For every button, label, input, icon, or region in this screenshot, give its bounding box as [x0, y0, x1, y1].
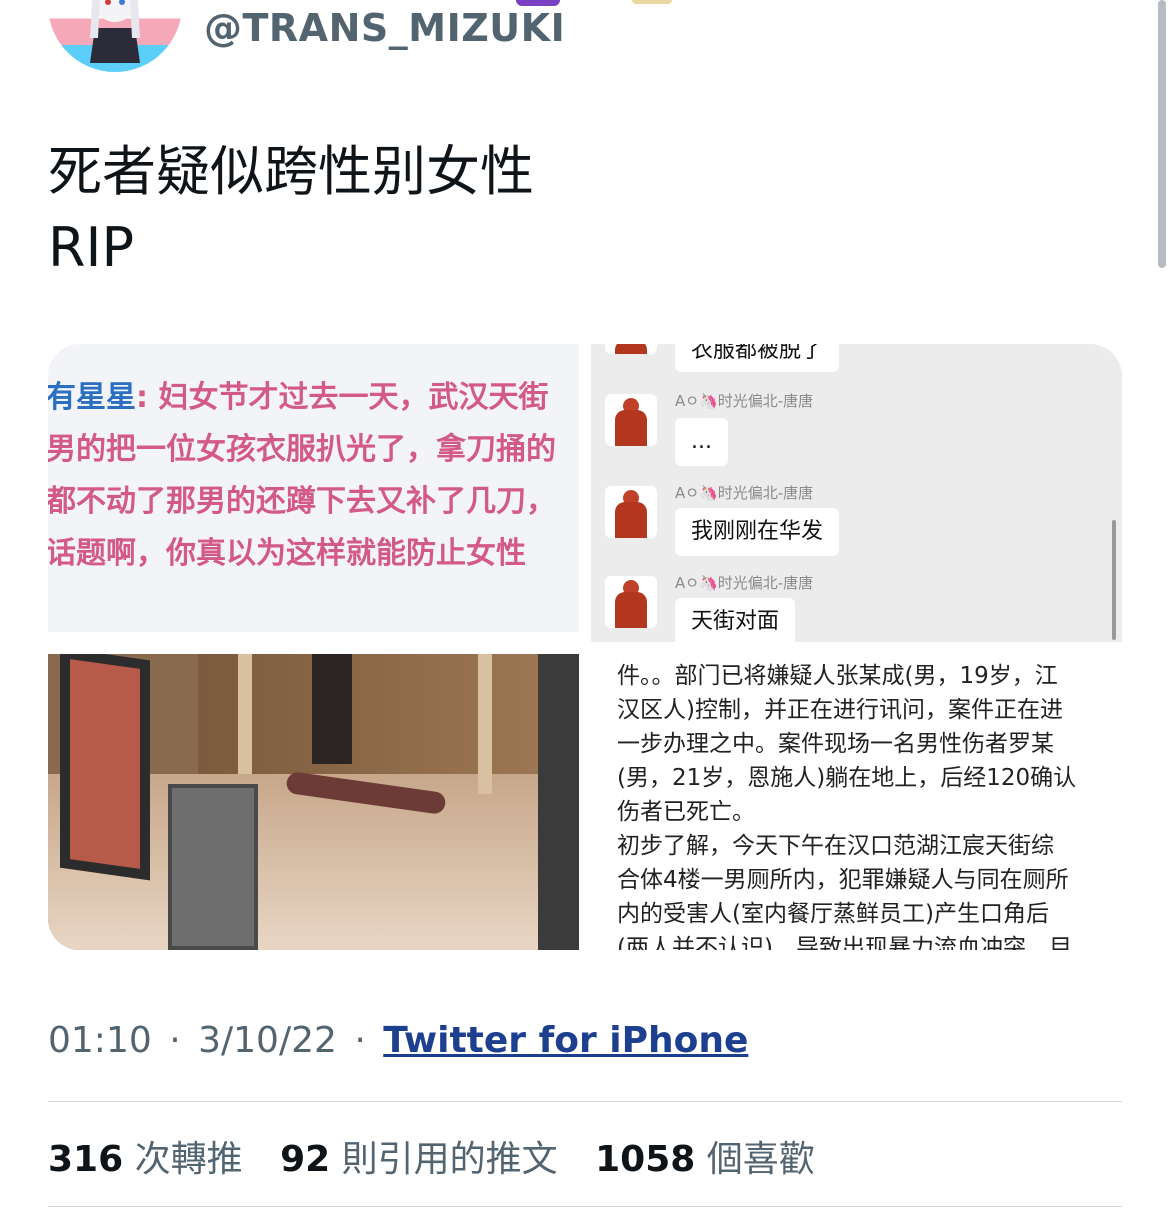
- chat-avatar: [605, 394, 657, 446]
- retweets-label: 次轉推: [134, 1139, 243, 1180]
- news-text-line: 合体4楼一男厕所内，犯罪嫌疑人与同在厕所: [617, 867, 1069, 893]
- tweet-date[interactable]: 3/10/22: [198, 1020, 337, 1061]
- news-text-line: 伤者已死亡。: [617, 799, 755, 825]
- media-image-chat-screenshot[interactable]: 衣服都被脱了 Aㅇ🦄时光偏北-唐唐 ... Aㅇ🦄时光偏北-唐唐 我刚刚在华发 …: [591, 344, 1122, 642]
- chat-bubble: 衣服都被脱了: [675, 344, 840, 372]
- chat-bubble: 我刚刚在华发: [675, 508, 840, 556]
- media-grid: 有星星: 妇女节才过去一天，武汉天街 男的把一位女孩衣服扒光了，拿刀捅的 都不动…: [48, 344, 1122, 950]
- chat-avatar: [605, 486, 657, 538]
- retweets-count: 316: [48, 1139, 124, 1180]
- separator: ·: [169, 1020, 181, 1061]
- tweet-metadata: 01:10 · 3/10/22 · Twitter for iPhone: [48, 1020, 748, 1061]
- quotes-stat[interactable]: 92 則引用的推文: [280, 1130, 558, 1182]
- chat-scrollbar: [1112, 520, 1116, 640]
- tweet-header: @TRANS_MIZUKI: [0, 0, 1170, 268]
- chat-sender-name: Aㅇ🦄时光偏北-唐唐: [675, 574, 814, 592]
- chat-avatar: [605, 344, 657, 354]
- news-text-line: (男，21岁，恩施人)躺在地上，后经120确认: [617, 765, 1077, 791]
- engagement-stats: 316 次轉推 92 則引用的推文 1058 個喜歡: [48, 1130, 841, 1182]
- tweet-source-link[interactable]: Twitter for iPhone: [383, 1020, 748, 1061]
- screenshot-text-line: 话题啊，你真以为这样就能防止女性: [48, 536, 526, 571]
- likes-count: 1058: [595, 1139, 696, 1180]
- chat-sender-name: Aㅇ🦄时光偏北-唐唐: [675, 392, 814, 410]
- chat-bubble: ...: [675, 418, 728, 466]
- media-image-text-screenshot[interactable]: 有星星: 妇女节才过去一天，武汉天街 男的把一位女孩衣服扒光了，拿刀捅的 都不动…: [48, 344, 579, 632]
- tweet-time: 01:10: [48, 1020, 152, 1061]
- avatar[interactable]: [48, 0, 182, 72]
- tweet-text-line: 死者疑似跨性别女性: [48, 140, 534, 203]
- separator: ·: [354, 1020, 366, 1061]
- news-text-line: (两人并不认识)，导致出现暴力流血冲突。目: [617, 935, 1072, 950]
- divider: [48, 1206, 1122, 1207]
- news-text-line: 内的受害人(室内餐厅蒸鲜员工)产生口角后: [617, 901, 1049, 927]
- flag-icon: [632, 0, 672, 4]
- chat-bubble: 天街对面: [675, 598, 796, 642]
- chat-avatar: [605, 576, 657, 628]
- news-text-line: 件。。部门已将嫌疑人张某成(男，19岁，江: [617, 663, 1058, 689]
- quotes-count: 92: [280, 1139, 331, 1180]
- retweets-stat[interactable]: 316 次轉推: [48, 1130, 243, 1182]
- news-text-line: 汉区人)控制，并正在进行讯问，案件正在进: [617, 697, 1063, 723]
- user-handle[interactable]: @TRANS_MIZUKI: [204, 6, 565, 50]
- screenshot-text-line: 都不动了那男的还蹲下去又补了几刀，: [48, 484, 556, 519]
- anime-character-icon: [90, 0, 140, 63]
- screenshot-text-line: 有星星: 妇女节才过去一天，武汉天街: [48, 380, 549, 415]
- divider: [48, 1101, 1122, 1102]
- tweet-text-line: RIP: [48, 216, 135, 279]
- media-image-photo[interactable]: [48, 654, 579, 950]
- likes-label: 個喜歡: [706, 1139, 815, 1180]
- page-scrollbar[interactable]: [1158, 0, 1166, 268]
- media-image-news-screenshot[interactable]: 件。。部门已将嫌疑人张某成(男，19岁，江 汉区人)控制，并正在进行讯问，案件正…: [591, 654, 1122, 950]
- screenshot-text-line: 男的把一位女孩衣服扒光了，拿刀捅的: [48, 432, 556, 467]
- tweet-text: 死者疑似跨性别女性 RIP: [48, 134, 534, 286]
- chat-sender-name: Aㅇ🦄时光偏北-唐唐: [675, 484, 814, 502]
- news-text-line: 初步了解，今天下午在汉口范湖江宸天街综: [617, 833, 1054, 859]
- news-text-line: 一步办理之中。案件现场一名男性伤者罗某: [617, 731, 1054, 757]
- quotes-label: 則引用的推文: [341, 1139, 558, 1180]
- likes-stat[interactable]: 1058 個喜歡: [595, 1130, 815, 1182]
